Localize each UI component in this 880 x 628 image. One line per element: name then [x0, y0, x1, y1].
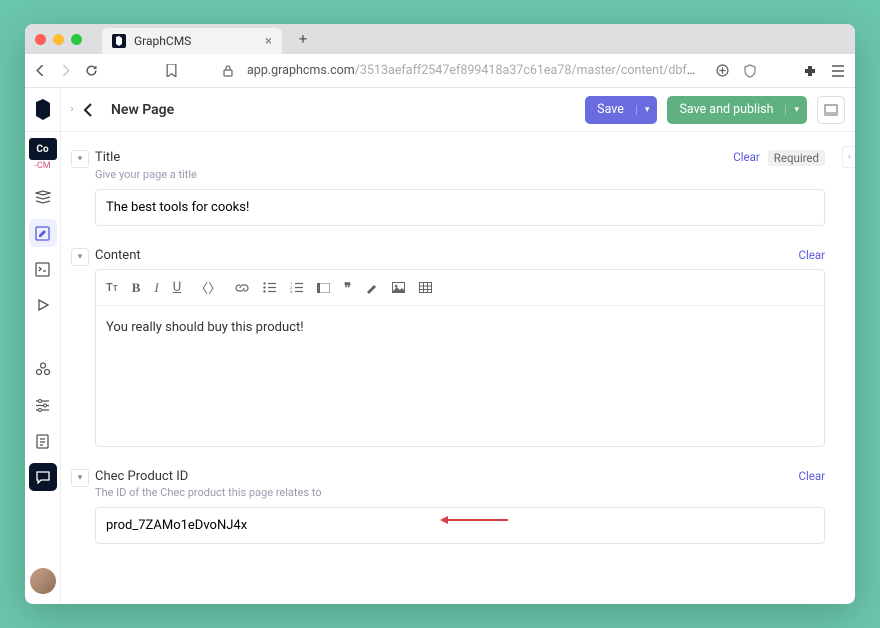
content-icon[interactable] — [29, 219, 57, 247]
clear-button[interactable]: Clear — [733, 150, 760, 166]
collapse-sidebar-icon[interactable]: ‹ — [842, 146, 855, 168]
header-actions: Save ▾ Save and publish ▾ — [585, 96, 855, 124]
settings-icon[interactable] — [29, 391, 57, 419]
collapse-field-icon[interactable]: ▾ — [71, 469, 89, 487]
app-logo[interactable] — [25, 88, 61, 132]
playground-icon[interactable] — [29, 291, 57, 319]
close-window-icon[interactable] — [35, 34, 46, 45]
clear-button[interactable]: Clear — [798, 248, 825, 262]
bookmark-icon[interactable] — [166, 64, 177, 77]
blockquote-icon[interactable] — [317, 283, 330, 293]
browser-window: GraphCMS × + app.graphcms.com/3513aefaff… — [25, 24, 855, 604]
preview-button[interactable] — [817, 96, 845, 124]
code-icon[interactable]: 〈〉 — [195, 278, 221, 297]
form-area: ‹ ▾ Title Clear Required Give your page … — [61, 132, 855, 604]
table-icon[interactable] — [419, 282, 432, 293]
lock-icon — [223, 65, 233, 77]
back-button[interactable] — [83, 103, 111, 117]
webhooks-icon[interactable] — [29, 355, 57, 383]
quote-icon[interactable]: ❞ — [344, 280, 351, 296]
field-help: Give your page a title — [95, 168, 825, 181]
field-chec-product-id: ▾ Chec Product ID Clear The ID of the Ch… — [71, 469, 825, 544]
field-label: Chec Product ID — [95, 469, 188, 484]
extensions-icon[interactable] — [803, 64, 817, 78]
schema-icon[interactable] — [29, 183, 57, 211]
title-input[interactable] — [95, 189, 825, 226]
sidebar: Co -CM — [25, 132, 61, 604]
chevron-down-icon[interactable]: ▾ — [785, 105, 807, 115]
reload-icon[interactable] — [85, 64, 98, 77]
new-tab-button[interactable]: + — [292, 30, 314, 48]
field-label: Title — [95, 150, 120, 165]
maximize-window-icon[interactable] — [71, 34, 82, 45]
browser-url-bar: app.graphcms.com/3513aefaff2547ef899418a… — [25, 54, 855, 88]
url-text[interactable]: app.graphcms.com/3513aefaff2547ef899418a… — [247, 63, 702, 78]
assets-icon[interactable] — [29, 255, 57, 283]
browser-tab[interactable]: GraphCMS × — [102, 28, 282, 54]
tab-title: GraphCMS — [134, 34, 191, 48]
rich-text-editor: TT B I U 〈〉 123 ❞ — [95, 269, 825, 447]
support-icon[interactable] — [29, 463, 57, 491]
image-icon[interactable] — [392, 282, 405, 293]
page-title: New Page — [111, 102, 585, 118]
bullet-list-icon[interactable] — [263, 282, 276, 293]
collapse-field-icon[interactable]: ▾ — [71, 150, 89, 168]
window-controls — [35, 34, 82, 45]
docs-icon[interactable] — [29, 427, 57, 455]
nav-back-icon[interactable] — [35, 65, 46, 76]
chec-id-input[interactable] — [95, 507, 825, 544]
project-switcher[interactable]: Co — [29, 138, 57, 160]
shield-icon[interactable] — [743, 64, 757, 78]
clear-button[interactable]: Clear — [798, 469, 825, 483]
chevron-right-icon[interactable]: › — [61, 104, 83, 115]
field-label: Content — [95, 248, 141, 263]
browser-menu-icon[interactable] — [831, 65, 845, 77]
field-help: The ID of the Chec product this page rel… — [95, 486, 825, 499]
nav-forward-icon — [60, 65, 71, 76]
svg-text:3: 3 — [290, 289, 292, 293]
close-tab-icon[interactable]: × — [265, 34, 272, 49]
project-sublabel: -CM — [34, 161, 50, 171]
required-badge: Required — [768, 150, 825, 166]
favicon-icon — [112, 34, 126, 48]
save-and-publish-button[interactable]: Save and publish ▾ — [667, 96, 807, 124]
annotation-arrow-icon — [440, 516, 508, 524]
number-list-icon[interactable]: 123 — [290, 282, 303, 293]
app-header: › New Page Save ▾ Save and publish ▾ — [25, 88, 855, 132]
rte-toolbar: TT B I U 〈〉 123 ❞ — [96, 270, 824, 306]
minimize-window-icon[interactable] — [53, 34, 64, 45]
heading-icon[interactable]: TT — [106, 281, 118, 294]
highlight-icon[interactable] — [365, 281, 378, 294]
bold-icon[interactable]: B — [132, 280, 141, 296]
rte-body[interactable]: You really should buy this product! — [96, 306, 824, 446]
browser-tab-bar: GraphCMS × + — [25, 24, 855, 54]
italic-icon[interactable]: I — [154, 280, 158, 296]
field-title: ▾ Title Clear Required Give your page a … — [71, 150, 825, 226]
link-icon[interactable] — [235, 282, 249, 294]
field-content: ▾ Content Clear TT B I U — [71, 248, 825, 447]
collapse-field-icon[interactable]: ▾ — [71, 248, 89, 266]
underline-icon[interactable]: U — [173, 280, 181, 295]
avatar[interactable] — [30, 568, 56, 594]
share-icon[interactable] — [716, 64, 729, 77]
save-button[interactable]: Save ▾ — [585, 96, 657, 124]
chevron-down-icon[interactable]: ▾ — [636, 105, 658, 115]
